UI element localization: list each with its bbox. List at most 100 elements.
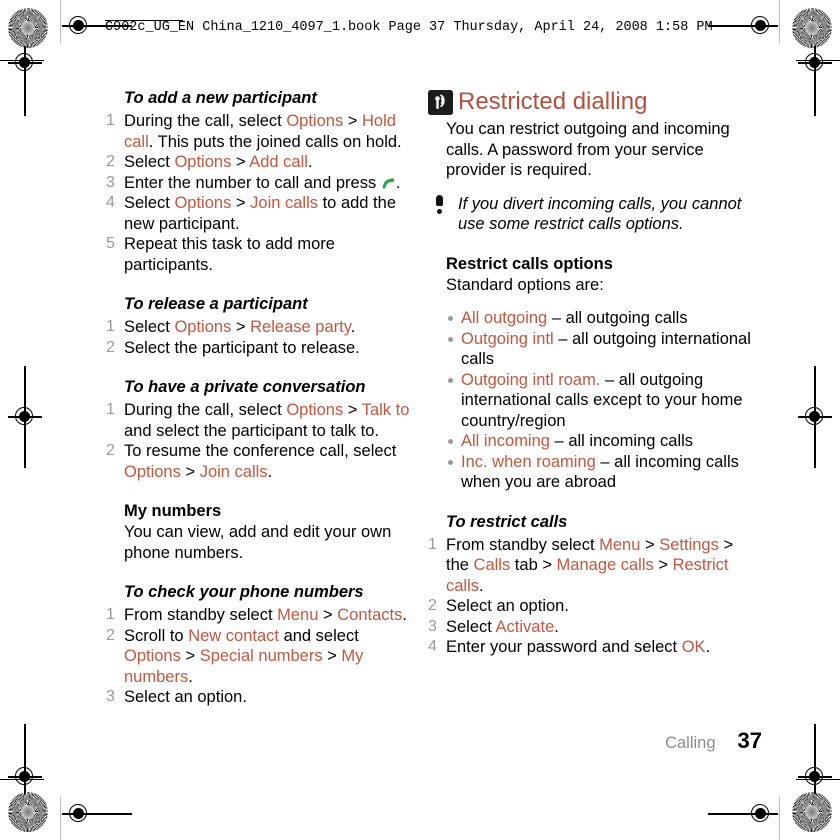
option-term: All incoming <box>461 432 550 450</box>
step-text: From standby select Menu > Contacts. <box>124 606 407 624</box>
step-text: Select Options > Join calls to add the n… <box>124 194 396 233</box>
step-text: Enter the number to call and press . <box>124 174 400 192</box>
steps-restrict-calls: 1 From standby select Menu > Settings > t… <box>428 535 758 658</box>
step-text: Select Options > Release party. <box>124 318 355 336</box>
list-item: 1 From standby select Menu > Settings > t… <box>428 535 758 597</box>
step-text-run: Repeat this task to add more participant… <box>124 235 335 274</box>
star-target-top-right <box>792 8 832 48</box>
ui-term: Join calls <box>199 462 268 481</box>
step-text-run: Select the participant to release. <box>124 338 360 357</box>
step-number: 2 <box>428 597 437 614</box>
ui-term: Options <box>174 153 232 171</box>
step-text: Repeat this task to add more participant… <box>124 235 335 274</box>
option-term: All outgoing <box>461 309 548 327</box>
ui-term: Activate <box>495 617 555 636</box>
subsection-title-my-numbers: My numbers <box>124 502 222 520</box>
list-item: 1 Select Options > Release party. <box>106 317 418 338</box>
registration-mark-top-right <box>708 9 778 43</box>
ui-term: Options <box>124 647 181 665</box>
ui-term: Menu <box>599 535 641 554</box>
step-text-run: . <box>479 576 484 595</box>
step-text: During the call, select Options > Hold c… <box>124 112 402 151</box>
ui-term: Manage calls <box>556 556 654 574</box>
step-text-run: Select <box>124 318 175 336</box>
list-item: All incoming – all incoming calls <box>428 431 758 452</box>
star-target-bottom-left <box>8 792 48 832</box>
section-header-restricted-dialling: Restricted dialling <box>428 88 758 115</box>
step-text: From standby select Menu > Settings > th… <box>446 536 733 595</box>
step-text: Select an option. <box>446 597 569 615</box>
star-target-top-left <box>8 8 48 48</box>
step-number: 1 <box>106 401 115 418</box>
step-text-run: . <box>307 153 313 171</box>
step-text-run: Select an option. <box>124 688 247 706</box>
list-item: 4 Enter your password and select OK. <box>428 637 758 658</box>
note-text: If you divert incoming calls, you cannot… <box>458 194 742 234</box>
ui-term: Special numbers <box>199 647 323 665</box>
ui-term: Settings <box>659 535 719 554</box>
step-text-run: and select <box>278 626 359 645</box>
list-item: Outgoing intl roam. – all outgoing inter… <box>428 370 758 432</box>
trim-rule-left-vertical-top <box>60 0 62 44</box>
ui-term: Options <box>286 401 344 419</box>
step-text: Enter your password and select OK. <box>446 638 710 656</box>
section-title: Restricted dialling <box>458 88 648 115</box>
step-text-run: . This puts the joined calls on hold. <box>148 132 402 151</box>
step-text-run: . <box>350 318 356 336</box>
ui-term: Add call <box>249 153 308 171</box>
steps-check-phone-numbers: 1 From standby select Menu > Contacts. 2S… <box>106 605 418 708</box>
footer-page-number: 37 <box>737 728 762 753</box>
trim-rule-right-vertical-top <box>779 0 781 44</box>
step-text-run: Select <box>124 153 175 171</box>
step-number: 3 <box>106 688 115 705</box>
trim-rule-left-vertical-bottom <box>60 796 62 840</box>
list-item: 3 Select an option. <box>106 687 418 708</box>
step-number: 4 <box>428 638 437 655</box>
list-item: 5 Repeat this task to add more participan… <box>106 234 418 275</box>
step-text: Select the participant to release. <box>124 339 360 357</box>
step-number: 2 <box>106 442 115 459</box>
steps-release-participant: 1 Select Options > Release party. 2 Select… <box>106 317 418 358</box>
file-header-line: C902c_UG_EN China_1210_4097_1.book Page … <box>105 20 713 35</box>
step-text-run: > <box>180 647 200 665</box>
ui-term: Options <box>124 462 181 481</box>
registration-mark-bottom-left <box>62 797 132 831</box>
ui-term: Contacts <box>337 606 403 624</box>
step-number: 2 <box>106 338 115 356</box>
registration-mark-mid-right <box>798 366 832 468</box>
right-column: Restricted dialling You can restrict out… <box>428 88 758 658</box>
step-text-run: Select <box>446 617 496 636</box>
note-callout: If you divert incoming calls, you cannot… <box>428 194 758 235</box>
trim-rule-bottom-left <box>0 779 44 781</box>
options-lead-in: Standard options are: <box>446 275 604 294</box>
step-number: 1 <box>106 112 115 129</box>
registration-mark-bottom-right <box>708 797 778 831</box>
step-text-run: Enter the number to call and press <box>124 173 381 192</box>
step-text-run: Scroll to <box>124 626 189 645</box>
step-number: 5 <box>106 235 115 252</box>
list-item: 2 Select Options > Add call. <box>106 152 418 173</box>
ui-term: Menu <box>277 606 319 624</box>
step-text-run: . <box>402 606 407 624</box>
step-text-run: From standby select <box>446 535 600 554</box>
list-item: 2 Select the participant to release. <box>106 338 418 359</box>
trim-rule-top-right <box>796 60 840 62</box>
ui-term: Options <box>174 194 232 212</box>
step-text: Scroll to New contact and select Options… <box>124 627 363 686</box>
subsection-paragraph-my-numbers: You can view, add and edit your own phon… <box>124 523 392 562</box>
call-key-icon <box>382 177 395 189</box>
exclamation-icon <box>436 194 443 215</box>
ui-term: Options <box>286 112 344 130</box>
step-text-run: To resume the conference call, select <box>124 442 397 460</box>
registration-mark-mid-left <box>8 366 42 468</box>
registration-mark-corner-bottom-right <box>798 724 832 794</box>
procedure-title-private-conversation: To have a private conversation <box>124 378 366 396</box>
step-text: Select an option. <box>124 688 247 706</box>
list-item: 1 From standby select Menu > Contacts. <box>106 605 418 626</box>
option-description: – all outgoing calls <box>547 309 688 327</box>
